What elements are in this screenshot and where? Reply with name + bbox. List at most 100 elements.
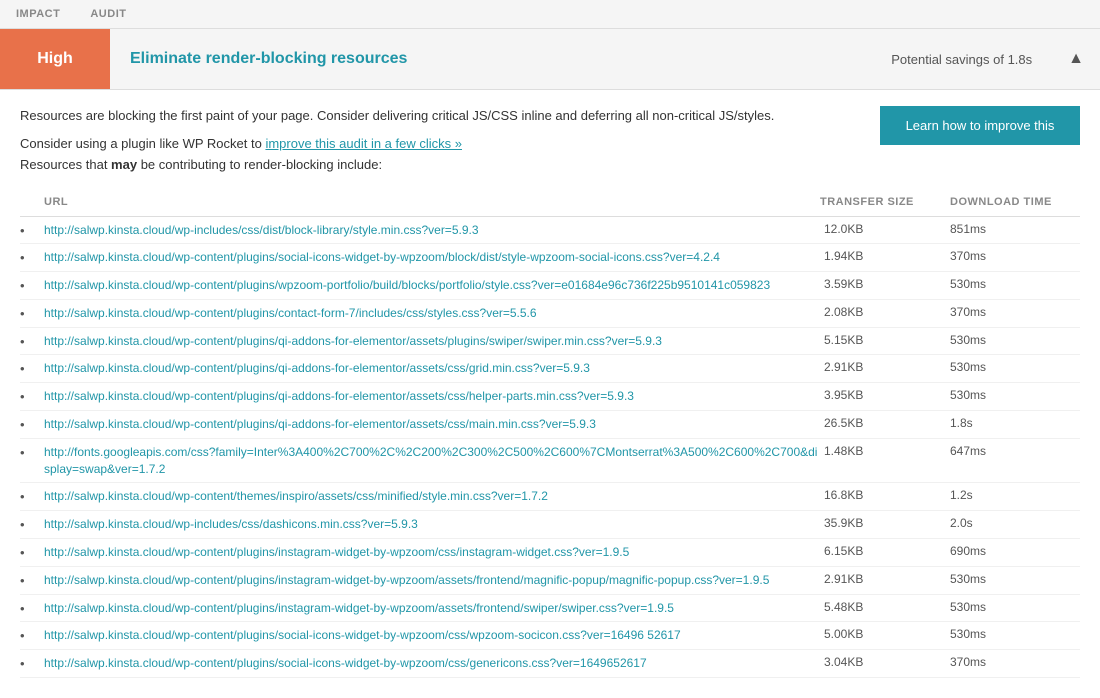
table-row: • http://fonts.googleapis.com/css?family… [20,439,1080,484]
description-text: Resources are blocking the first paint o… [20,106,864,126]
row-url[interactable]: http://salwp.kinsta.cloud/wp-content/plu… [44,360,820,377]
row-transfer: 2.91KB [820,572,950,586]
table-header-row: URL TRANSFER SIZE DOWNLOAD TIME [20,188,1080,217]
row-transfer: 35.9KB [820,516,950,530]
row-bullet: • [20,600,44,616]
row-download: 1.8s [950,416,1080,430]
table-row: • http://salwp.kinsta.cloud/wp-content/p… [20,300,1080,328]
row-download: 370ms [950,305,1080,319]
row-download: 530ms [950,572,1080,586]
header-tabs: IMPACT AUDIT [0,0,1100,29]
row-transfer: 12.0KB [820,222,950,236]
resources-line: Resources that may be contributing to re… [20,157,864,172]
row-bullet: • [20,249,44,265]
row-download: 530ms [950,388,1080,402]
row-download: 1.2s [950,488,1080,502]
row-url[interactable]: http://salwp.kinsta.cloud/wp-content/plu… [44,249,820,266]
row-transfer: 3.59KB [820,277,950,291]
row-url[interactable]: http://salwp.kinsta.cloud/wp-includes/cs… [44,222,820,239]
row-transfer: 3.95KB [820,388,950,402]
row-bullet: • [20,488,44,504]
col-url-header: URL [44,196,820,208]
row-url[interactable]: http://salwp.kinsta.cloud/wp-content/the… [44,488,820,505]
table-section: URL TRANSFER SIZE DOWNLOAD TIME • http:/… [0,188,1100,698]
potential-savings: Potential savings of 1.8s [871,52,1052,67]
learn-button[interactable]: Learn how to improve this [880,106,1080,145]
row-transfer: 5.15KB [820,333,950,347]
row-url[interactable]: http://salwp.kinsta.cloud/wp-content/plu… [44,305,820,322]
row-url[interactable]: http://salwp.kinsta.cloud/wp-content/plu… [44,277,820,294]
table-row: • http://salwp.kinsta.cloud/wp-includes/… [20,217,1080,245]
row-download: 690ms [950,544,1080,558]
row-url[interactable]: http://salwp.kinsta.cloud/wp-content/plu… [44,600,820,617]
row-transfer: 3.04KB [820,655,950,669]
table-row: • http://salwp.kinsta.cloud/wp-content/t… [20,483,1080,511]
table-row: • http://salwp.kinsta.cloud/wp-content/p… [20,328,1080,356]
row-bullet: • [20,516,44,532]
resources-suffix: be contributing to render-blocking inclu… [137,157,382,172]
row-bullet: • [20,388,44,404]
resources-text: Resources that [20,157,111,172]
row-url[interactable]: http://salwp.kinsta.cloud/wp-content/plu… [44,572,820,589]
table-rows: • http://salwp.kinsta.cloud/wp-includes/… [20,217,1080,679]
row-download: 530ms [950,333,1080,347]
table-row: • http://salwp.kinsta.cloud/wp-includes/… [20,511,1080,539]
table-row: • http://salwp.kinsta.cloud/wp-content/p… [20,383,1080,411]
content-area: Resources are blocking the first paint o… [0,90,1100,188]
row-download: 370ms [950,655,1080,669]
row-download: 530ms [950,277,1080,291]
row-bullet: • [20,572,44,588]
row-bullet: • [20,444,44,460]
row-download: 530ms [950,627,1080,641]
row-transfer: 5.00KB [820,627,950,641]
row-bullet: • [20,360,44,376]
row-url[interactable]: http://salwp.kinsta.cloud/wp-content/plu… [44,544,820,561]
row-bullet: • [20,416,44,432]
row-transfer: 2.08KB [820,305,950,319]
row-url[interactable]: http://salwp.kinsta.cloud/wp-includes/cs… [44,516,820,533]
tab-impact[interactable]: IMPACT [16,8,60,28]
row-transfer: 6.15KB [820,544,950,558]
row-url[interactable]: http://salwp.kinsta.cloud/wp-content/plu… [44,333,820,350]
table-row: • http://salwp.kinsta.cloud/wp-content/p… [20,567,1080,595]
table-row: • http://salwp.kinsta.cloud/wp-content/p… [20,539,1080,567]
plugin-prefix: Consider using a plugin like WP Rocket t… [20,136,265,151]
resources-bold: may [111,157,137,172]
col-download-header: DOWNLOAD TIME [950,196,1080,208]
row-transfer: 26.5KB [820,416,950,430]
row-bullet: • [20,222,44,238]
row-transfer: 2.91KB [820,360,950,374]
row-url[interactable]: http://salwp.kinsta.cloud/wp-content/plu… [44,655,820,672]
row-url[interactable]: http://salwp.kinsta.cloud/wp-content/plu… [44,388,820,405]
row-transfer: 5.48KB [820,600,950,614]
audit-header: High Eliminate render-blocking resources… [0,29,1100,90]
col-transfer-header: TRANSFER SIZE [820,196,950,208]
row-transfer: 1.48KB [820,444,950,458]
row-bullet: • [20,333,44,349]
table-row: • http://salwp.kinsta.cloud/wp-content/p… [20,411,1080,439]
table-row: • http://salwp.kinsta.cloud/wp-content/p… [20,622,1080,650]
row-download: 647ms [950,444,1080,458]
table-row: • http://salwp.kinsta.cloud/wp-content/p… [20,244,1080,272]
row-url[interactable]: http://salwp.kinsta.cloud/wp-content/plu… [44,627,820,644]
row-url[interactable]: http://fonts.googleapis.com/css?family=I… [44,444,820,478]
tab-audit[interactable]: AUDIT [90,8,126,28]
row-download: 851ms [950,222,1080,236]
row-transfer: 1.94KB [820,249,950,263]
table-row: • http://salwp.kinsta.cloud/wp-content/p… [20,272,1080,300]
row-transfer: 16.8KB [820,488,950,502]
row-bullet: • [20,655,44,671]
row-download: 2.0s [950,516,1080,530]
row-url[interactable]: http://salwp.kinsta.cloud/wp-content/plu… [44,416,820,433]
plugin-link[interactable]: improve this audit in a few clicks » [265,136,462,151]
collapse-button[interactable]: ▲ [1052,40,1100,78]
row-bullet: • [20,544,44,560]
table-row: • http://salwp.kinsta.cloud/wp-content/p… [20,355,1080,383]
row-download: 370ms [950,249,1080,263]
row-bullet: • [20,627,44,643]
high-badge: High [0,29,110,89]
row-download: 530ms [950,360,1080,374]
row-bullet: • [20,305,44,321]
audit-title: Eliminate render-blocking resources [110,50,871,68]
description-block: Resources are blocking the first paint o… [20,106,864,172]
